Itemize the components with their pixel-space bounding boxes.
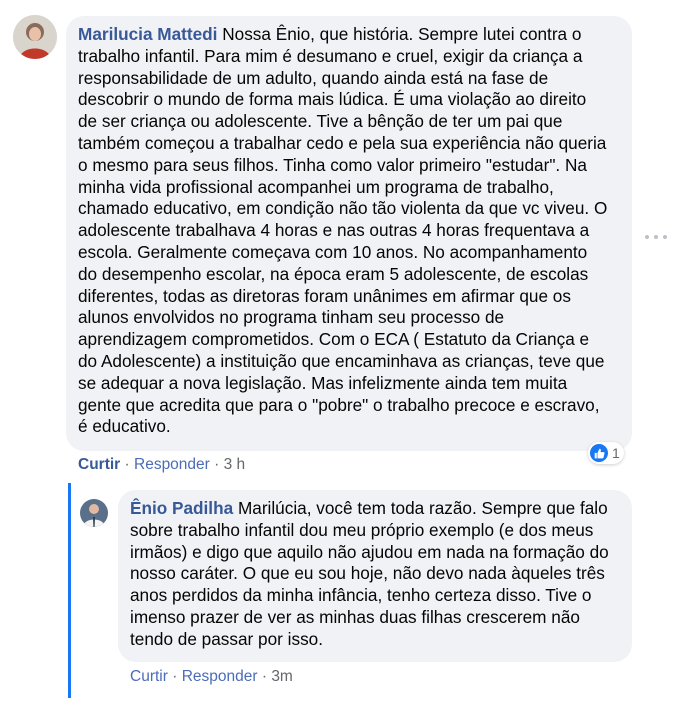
reply-avatar[interactable] (80, 499, 108, 527)
reply-line: imenso prazer de ver as minhas duas filh… (130, 606, 580, 627)
comment-line: descobrir o mundo de forma mais lúdica. … (78, 89, 587, 110)
reply-bubble: Ênio Padilha Marilúcia, você tem toda ra… (118, 490, 632, 662)
user-avatar-icon (13, 15, 57, 59)
separator: · (214, 456, 220, 473)
separator: · (172, 668, 178, 685)
comment-actions: Curtir · Responder · 3 h (78, 456, 245, 474)
user-avatar-icon (80, 499, 108, 527)
comment-line: escola. Geralmente começava com 10 anos.… (78, 241, 588, 262)
separator: · (261, 668, 267, 685)
more-options-button[interactable] (645, 230, 667, 244)
reply-line: anos perdidos da minha infância, tenho c… (130, 585, 592, 606)
comment-line: do Adolescente) a instituição que encami… (78, 350, 605, 371)
like-button[interactable]: Curtir (130, 668, 168, 685)
comment-line: gente que acredita que para o "pobre" o … (78, 394, 600, 415)
comment-line: Nossa Ênio, que história. Sempre lutei c… (222, 24, 582, 44)
comment-line: também começou a trabalhar cedo e pela s… (78, 132, 607, 153)
comment-line: diferentes, todas as diretoras foram unâ… (78, 285, 571, 306)
comment-line: trabalho infantil. Para mim é desumano e… (78, 45, 583, 66)
comment-timestamp[interactable]: 3 h (224, 456, 246, 473)
comment-line: do desempenho escolar, na época eram 5 a… (78, 263, 589, 284)
more-dot (645, 235, 649, 239)
comment-line: o mesmo para seus filhos. Tinha como val… (78, 154, 587, 175)
comment-line: alunos envolvidos no programa tinham seu… (78, 307, 505, 328)
comment-line: é educativo. (78, 416, 171, 437)
thread-line (68, 483, 71, 698)
more-dot (663, 235, 667, 239)
reply-timestamp[interactable]: 3m (271, 668, 293, 685)
reply-line: Marilúcia, você tem toda razão. Sempre q… (237, 498, 608, 518)
comment-line: se adequar a nova legislação. Mas infeli… (78, 372, 568, 393)
reply-line: nosso caráter. O que eu sou hoje, não de… (130, 563, 605, 584)
like-icon (590, 444, 608, 462)
comment-line: chamado educativo, em condição não tão v… (78, 198, 608, 219)
reply-author[interactable]: Ênio Padilha (130, 498, 233, 518)
commenter-avatar[interactable] (13, 15, 57, 59)
comment-bubble: Marilucia Mattedi Nossa Ênio, que histór… (66, 16, 632, 451)
comment-author[interactable]: Marilucia Mattedi (78, 24, 217, 44)
reply-text: Ênio Padilha Marilúcia, você tem toda ra… (130, 498, 620, 651)
reaction-count: 1 (612, 445, 620, 461)
more-dot (654, 235, 658, 239)
like-button[interactable]: Curtir (78, 456, 120, 473)
comment-text: Marilucia Mattedi Nossa Ênio, que histór… (78, 24, 620, 438)
comment-line: minha vida profissional acompanhei um pr… (78, 176, 554, 197)
reply-line: tendo de passar por isso. (130, 628, 323, 649)
comment-line: aprendizagem comprometidos. Com o ECA ( … (78, 329, 590, 350)
comment-line: responsabilidade de um adulto, quando ai… (78, 67, 549, 88)
reply-line: irmãos) e digo que aquilo não ajudou em … (130, 541, 609, 562)
reply-button[interactable]: Responder (182, 668, 258, 685)
reply-line: sobre trabalho infantil dou meu próprio … (130, 519, 594, 540)
comment-line: adolescente trabalhava 4 horas e nas out… (78, 220, 590, 241)
reply-button[interactable]: Responder (134, 456, 210, 473)
comment-line: de ser criança ou adolescente. Tive a bê… (78, 111, 563, 132)
reply-actions: Curtir · Responder · 3m (130, 668, 293, 686)
reaction-summary[interactable]: 1 (588, 442, 624, 464)
separator: · (124, 456, 130, 473)
